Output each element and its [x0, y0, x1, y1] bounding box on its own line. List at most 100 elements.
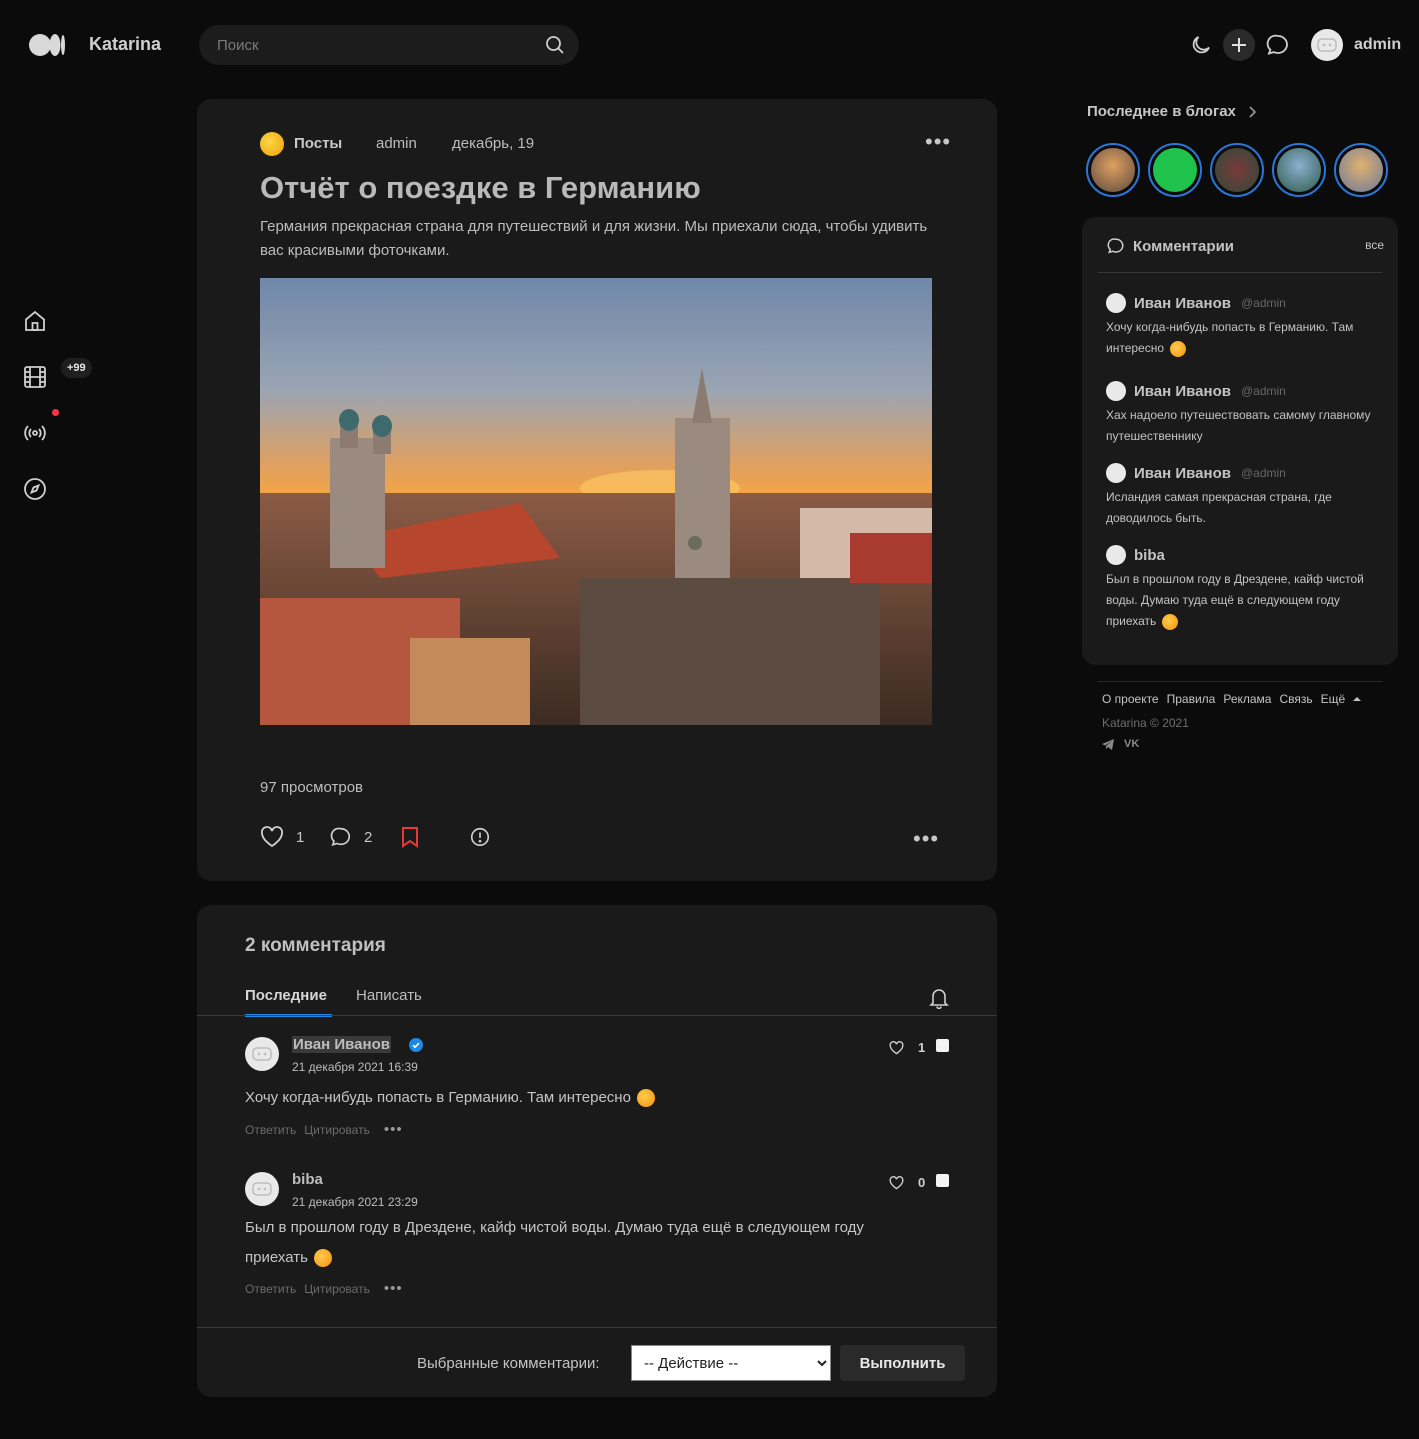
bell-icon[interactable] [929, 987, 949, 1009]
compass-icon[interactable] [23, 477, 47, 501]
laughing-emoji-icon [636, 1089, 655, 1108]
blog-story-avatar[interactable] [1086, 143, 1140, 197]
latest-blogs-link[interactable]: Последнее в блогах [1087, 103, 1256, 120]
post-category[interactable]: Посты [294, 135, 342, 152]
post-menu-button[interactable]: ••• [925, 131, 951, 153]
footer-link-about[interactable]: О проекте [1102, 692, 1159, 706]
comment-select-checkbox[interactable] [936, 1039, 949, 1052]
all-comments-link[interactable]: все [1365, 238, 1384, 252]
comment-author[interactable]: Иван Иванов [292, 1036, 391, 1053]
heart-icon [260, 826, 284, 848]
film-icon[interactable] [23, 365, 47, 389]
quote-link[interactable]: Цитировать [304, 1123, 370, 1137]
recent-comment-item[interactable]: Иван Иванов @admin Хочу когда-нибудь попа… [1106, 293, 1378, 359]
comment-like-button[interactable]: 0 [889, 1175, 925, 1190]
like-count: 1 [296, 828, 305, 846]
heart-icon [889, 1040, 904, 1055]
verified-icon [409, 1038, 423, 1052]
post-date: декабрь, 19 [452, 135, 535, 152]
blog-story-avatar[interactable] [1272, 143, 1326, 197]
vk-icon[interactable]: VK [1124, 738, 1139, 750]
footer-link-more[interactable]: Ещё [1321, 692, 1346, 706]
recent-comments-header: Комментарии [1107, 237, 1234, 255]
comment-date: 21 декабря 2021 23:29 [292, 1195, 418, 1209]
reply-link[interactable]: Ответить [245, 1123, 296, 1137]
recent-comment-author[interactable]: Иван Иванов [1134, 295, 1231, 312]
recent-comments-widget: Комментарии все Иван Иванов @admin Хочу к… [1082, 217, 1398, 665]
recent-comment-author[interactable]: Иван Иванов [1134, 465, 1231, 482]
comment-actions: Ответить Цитировать ••• [245, 1281, 403, 1296]
chevron-right-icon [1248, 105, 1256, 118]
comment-text: Хочу когда-нибудь попасть в Германию. Та… [245, 1083, 925, 1113]
avatar[interactable] [245, 1037, 279, 1071]
blog-story-avatar[interactable] [1210, 143, 1264, 197]
reply-link[interactable]: Ответить [245, 1282, 296, 1296]
username[interactable]: admin [1354, 36, 1401, 54]
like-button[interactable]: 1 [260, 826, 304, 848]
caret-up-icon[interactable] [1353, 696, 1362, 702]
post-author[interactable]: admin [376, 135, 417, 152]
footer-link-contact[interactable]: Связь [1279, 692, 1312, 706]
post-views: 97 просмотров [260, 779, 364, 796]
footer-link-rules[interactable]: Правила [1167, 692, 1216, 706]
drooling-emoji-icon [1162, 613, 1179, 630]
avatar [1106, 463, 1126, 483]
post-card: Посты admin декабрь, 19 ••• Отчёт о поез… [197, 99, 997, 881]
comment-select-checkbox[interactable] [936, 1174, 949, 1187]
search-bar[interactable] [199, 25, 579, 65]
comments-title: 2 комментария [245, 935, 386, 956]
comment-icon [1107, 237, 1125, 255]
tab-write[interactable]: Написать [356, 987, 422, 1004]
search-icon[interactable] [545, 35, 565, 55]
search-input[interactable] [217, 25, 537, 65]
blog-story-avatar[interactable] [1148, 143, 1202, 197]
execute-button[interactable]: Выполнить [840, 1345, 965, 1381]
comment-author[interactable]: biba [292, 1171, 323, 1188]
bookmark-icon [400, 826, 420, 848]
comment-button[interactable]: 2 [330, 826, 372, 848]
recent-comment-author[interactable]: biba [1134, 547, 1165, 564]
avatar[interactable] [1311, 29, 1343, 61]
comment-more-button[interactable]: ••• [384, 1281, 403, 1296]
recent-comment-item[interactable]: Иван Иванов @admin Хах надоело путешество… [1106, 381, 1378, 447]
telegram-icon[interactable] [1102, 739, 1114, 750]
recent-comment-item[interactable]: Иван Иванов @admin Исландия самая прекрас… [1106, 463, 1378, 529]
bookmark-button[interactable] [400, 826, 420, 848]
post-description: Германия прекрасная страна для путешеств… [260, 218, 928, 259]
comment-more-button[interactable]: ••• [384, 1122, 403, 1137]
post-more-button[interactable]: ••• [913, 828, 939, 850]
bulk-action-label: Выбранные комментарии: [417, 1355, 600, 1372]
latest-blogs-title: Последнее в блогах [1087, 103, 1236, 120]
blog-story-avatar[interactable] [1334, 143, 1388, 197]
tab-latest[interactable]: Последние [245, 987, 327, 1004]
add-button[interactable] [1223, 29, 1255, 61]
bulk-action-select[interactable]: -- Действие -- [631, 1345, 831, 1381]
comment-actions: Ответить Цитировать ••• [245, 1122, 403, 1137]
home-icon[interactable] [23, 309, 47, 333]
brand-name[interactable]: Katarina [89, 34, 161, 55]
avatar [1106, 381, 1126, 401]
avatar[interactable] [245, 1172, 279, 1206]
laughing-emoji-icon [1170, 340, 1187, 357]
recent-comment-item[interactable]: biba Был в прошлом году в Дрездене, кайф… [1106, 545, 1378, 632]
comment-like-count: 1 [918, 1040, 926, 1055]
avatar [1106, 293, 1126, 313]
comment-text: Был в прошлом году в Дрездене, кайф чист… [245, 1219, 864, 1268]
divider [197, 1327, 997, 1328]
report-button[interactable] [469, 826, 491, 848]
drooling-emoji-icon [313, 1249, 332, 1268]
heart-icon [889, 1175, 904, 1190]
recent-comment-author[interactable]: Иван Иванов [1134, 383, 1231, 400]
moon-icon[interactable] [1189, 33, 1213, 57]
comment-like-count: 0 [918, 1175, 926, 1190]
footer-link-ads[interactable]: Реклама [1223, 692, 1271, 706]
chat-icon[interactable] [1266, 33, 1290, 57]
comment-like-button[interactable]: 1 [889, 1040, 925, 1055]
divider [1098, 681, 1382, 682]
recent-comments-title: Комментарии [1133, 237, 1235, 255]
broadcast-icon[interactable] [23, 421, 47, 445]
copyright: Katarina © 2021 [1102, 716, 1189, 730]
logo-icon[interactable] [29, 33, 65, 57]
quote-link[interactable]: Цитировать [304, 1282, 370, 1296]
recent-comment-text: Хочу когда-нибудь попасть в Германию. Та… [1106, 320, 1354, 357]
